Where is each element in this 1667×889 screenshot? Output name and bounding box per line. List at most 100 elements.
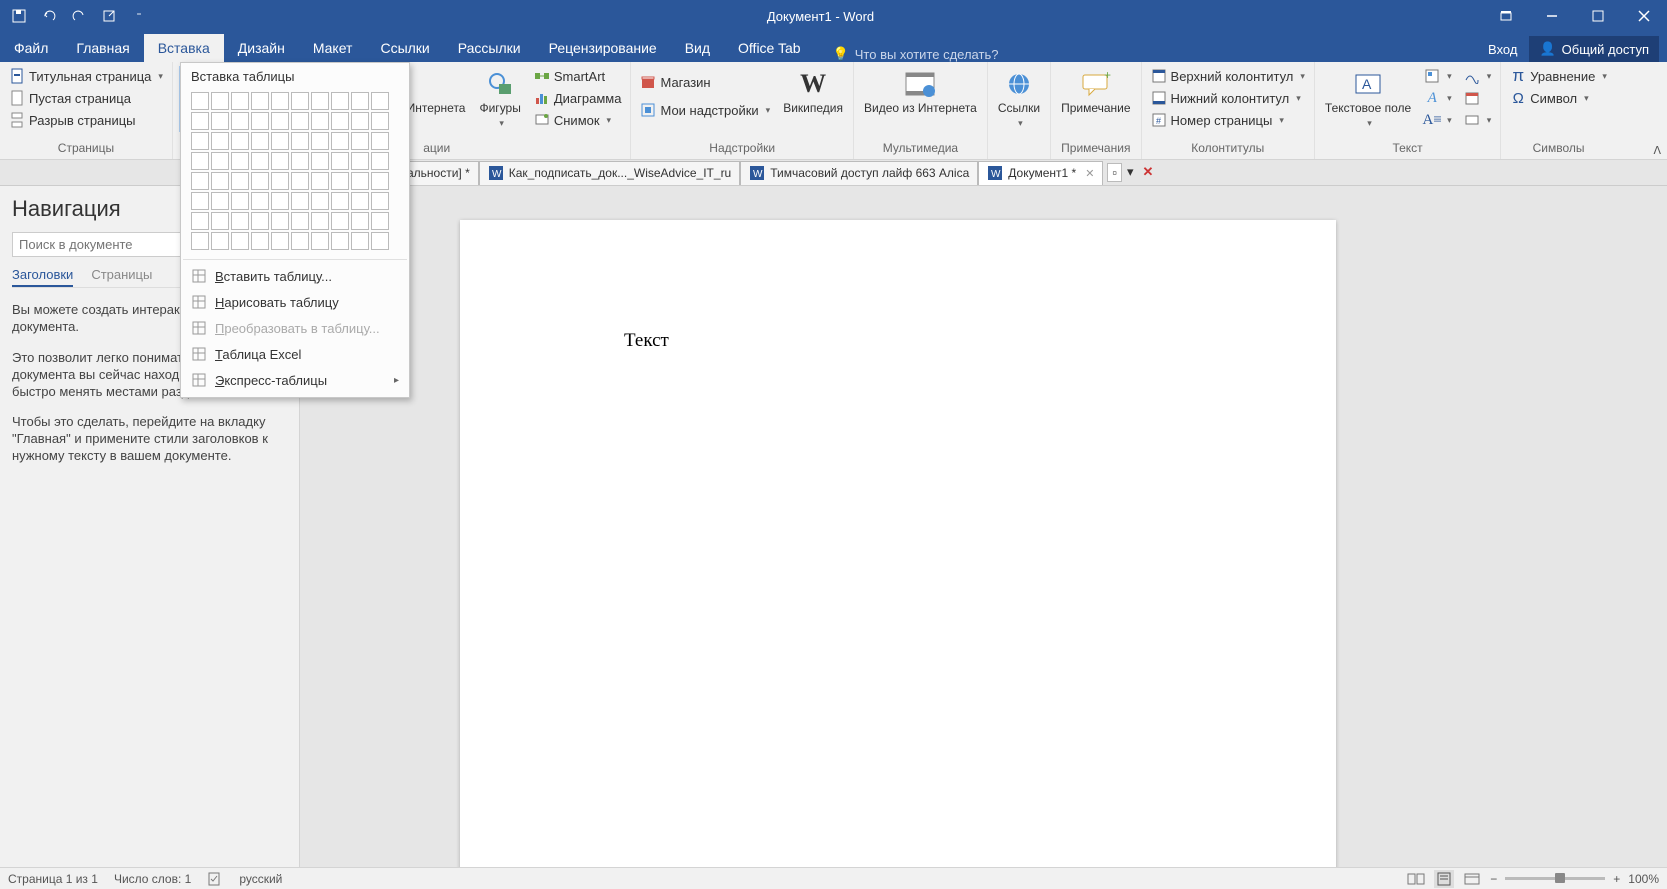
table-grid-cell[interactable] [351, 232, 369, 250]
header-button[interactable]: Верхний колонтитул▾ [1148, 66, 1308, 86]
tell-me[interactable]: 💡Что вы хотите сделать? [833, 46, 999, 62]
table-grid-cell[interactable] [311, 132, 329, 150]
table-grid-cell[interactable] [351, 172, 369, 190]
table-grid-cell[interactable] [191, 132, 209, 150]
textbox-button[interactable]: AТекстовое поле▾ [1321, 66, 1415, 130]
table-grid-cell[interactable] [231, 92, 249, 110]
ribbon-tab-рецензирование[interactable]: Рецензирование [535, 34, 671, 62]
wikipedia-button[interactable]: WВикипедия [779, 66, 847, 118]
table-grid-cell[interactable] [371, 152, 389, 170]
table-grid-cell[interactable] [371, 212, 389, 230]
page-area[interactable]: Текст [300, 186, 1667, 867]
table-grid-cell[interactable] [251, 152, 269, 170]
table-grid-cell[interactable] [351, 152, 369, 170]
ribbon-tab-ссылки[interactable]: Ссылки [366, 34, 443, 62]
table-grid-cell[interactable] [351, 132, 369, 150]
table-menu-item[interactable]: Нарисовать таблицу [181, 289, 409, 315]
table-grid-picker[interactable] [181, 88, 409, 256]
table-menu-item[interactable]: Вставить таблицу... [181, 263, 409, 289]
read-mode-icon[interactable] [1406, 870, 1426, 888]
ribbon-tab-дизайн[interactable]: Дизайн [224, 34, 299, 62]
table-grid-cell[interactable] [351, 192, 369, 210]
table-grid-cell[interactable] [211, 152, 229, 170]
table-grid-cell[interactable] [351, 212, 369, 230]
table-grid-cell[interactable] [271, 112, 289, 130]
status-words[interactable]: Число слов: 1 [114, 872, 191, 886]
chart-button[interactable]: Диаграмма [531, 88, 625, 108]
cover-page-button[interactable]: Титульная страница▾ [6, 66, 166, 86]
table-grid-cell[interactable] [231, 172, 249, 190]
footer-button[interactable]: Нижний колонтитул▾ [1148, 88, 1308, 108]
table-grid-cell[interactable] [291, 212, 309, 230]
table-grid-cell[interactable] [211, 212, 229, 230]
table-grid-cell[interactable] [331, 212, 349, 230]
table-grid-cell[interactable] [231, 192, 249, 210]
qat-customize-icon[interactable]: ⁼ [124, 1, 154, 31]
touch-mode-icon[interactable] [94, 1, 124, 31]
ribbon-tab-макет[interactable]: Макет [299, 34, 367, 62]
table-grid-cell[interactable] [211, 112, 229, 130]
table-grid-cell[interactable] [251, 212, 269, 230]
table-grid-cell[interactable] [271, 92, 289, 110]
table-grid-cell[interactable] [271, 232, 289, 250]
table-grid-cell[interactable] [371, 92, 389, 110]
document-text[interactable]: Текст [624, 330, 669, 351]
table-grid-cell[interactable] [191, 172, 209, 190]
drop-cap-button[interactable]: A≡▾ [1421, 110, 1455, 130]
table-grid-cell[interactable] [371, 172, 389, 190]
table-grid-cell[interactable] [231, 152, 249, 170]
redo-icon[interactable] [64, 1, 94, 31]
comment-button[interactable]: +Примечание [1057, 66, 1134, 118]
close-icon[interactable] [1621, 0, 1667, 32]
table-grid-cell[interactable] [251, 192, 269, 210]
page-break-button[interactable]: Разрыв страницы [6, 110, 166, 130]
blank-page-button[interactable]: Пустая страница [6, 88, 166, 108]
table-grid-cell[interactable] [311, 232, 329, 250]
zoom-in-button[interactable]: + [1613, 872, 1620, 886]
table-grid-cell[interactable] [311, 112, 329, 130]
table-grid-cell[interactable] [371, 192, 389, 210]
document-tab[interactable]: WТимчасовий доступ лайф 663 Аліса [740, 161, 978, 185]
table-grid-cell[interactable] [311, 212, 329, 230]
table-grid-cell[interactable] [291, 232, 309, 250]
table-grid-cell[interactable] [331, 92, 349, 110]
share-button[interactable]: 👤Общий доступ [1529, 36, 1659, 62]
page-number-button[interactable]: #Номер страницы▾ [1148, 110, 1308, 130]
minimize-icon[interactable] [1529, 0, 1575, 32]
table-grid-cell[interactable] [211, 172, 229, 190]
table-grid-cell[interactable] [191, 152, 209, 170]
table-grid-cell[interactable] [191, 112, 209, 130]
table-menu-item[interactable]: Экспресс-таблицы▸ [181, 367, 409, 393]
table-grid-cell[interactable] [211, 92, 229, 110]
symbol-button[interactable]: ΩСимвол▾ [1507, 88, 1610, 108]
table-grid-cell[interactable] [231, 132, 249, 150]
table-grid-cell[interactable] [191, 232, 209, 250]
table-grid-cell[interactable] [331, 112, 349, 130]
document-tab[interactable]: WДокумент1 *✕ [978, 161, 1103, 185]
quick-parts-button[interactable]: ▾ [1421, 66, 1455, 86]
table-grid-cell[interactable] [331, 232, 349, 250]
table-grid-cell[interactable] [331, 132, 349, 150]
ribbon-tab-рассылки[interactable]: Рассылки [444, 34, 535, 62]
table-grid-cell[interactable] [291, 132, 309, 150]
table-grid-cell[interactable] [251, 232, 269, 250]
table-grid-cell[interactable] [371, 232, 389, 250]
table-grid-cell[interactable] [191, 192, 209, 210]
zoom-slider[interactable] [1505, 877, 1605, 880]
table-grid-cell[interactable] [371, 132, 389, 150]
online-video-button[interactable]: Видео из Интернета [860, 66, 981, 118]
wordart-button[interactable]: A▾ [1421, 88, 1455, 108]
table-grid-cell[interactable] [191, 92, 209, 110]
signin-link[interactable]: Вход [1488, 42, 1517, 57]
nav-tab[interactable]: Страницы [91, 267, 152, 287]
status-page[interactable]: Страница 1 из 1 [8, 872, 98, 886]
object-button[interactable]: ▾ [1461, 110, 1495, 130]
shapes-button[interactable]: Фигуры▾ [475, 66, 524, 130]
table-grid-cell[interactable] [231, 212, 249, 230]
table-grid-cell[interactable] [291, 112, 309, 130]
new-tab-icon[interactable]: ▫ [1107, 163, 1122, 182]
table-grid-cell[interactable] [251, 172, 269, 190]
my-addins-button[interactable]: Мои надстройки▾ [637, 100, 773, 120]
ribbon-tab-вид[interactable]: Вид [671, 34, 724, 62]
web-layout-icon[interactable] [1462, 870, 1482, 888]
